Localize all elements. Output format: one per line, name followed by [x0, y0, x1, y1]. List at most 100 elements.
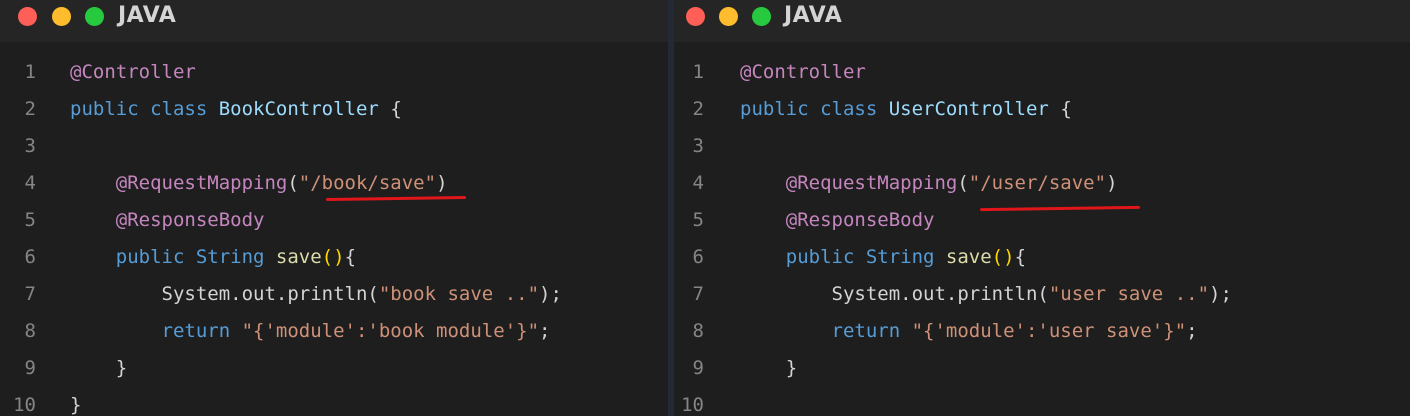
code-text: @Controller [740, 54, 866, 91]
line-number: 4 [24, 172, 36, 194]
code-text: @ResponseBody [70, 202, 265, 239]
code-token: public String [740, 246, 946, 268]
line-number: 3 [24, 135, 36, 157]
minimize-icon[interactable] [52, 7, 71, 26]
code-token: ( [957, 172, 969, 194]
line-number: 10 [13, 394, 36, 416]
code-token: public String [70, 246, 276, 268]
code-text: @ResponseBody [740, 202, 935, 239]
code-text: public class UserController { [740, 91, 1072, 128]
code-token: @Controller [70, 61, 196, 83]
code-token: { [344, 246, 357, 268]
right-titlebar: JAVA [668, 0, 1410, 42]
code-token: @RequestMapping [740, 172, 958, 194]
line-number: 3 [692, 135, 704, 157]
code-text: public String save(){ [740, 239, 1026, 276]
code-token: } [70, 394, 82, 416]
left-title: JAVA [118, 3, 177, 28]
code-line: 4 @RequestMapping("/user/save") [668, 165, 1410, 202]
code-line: 4 @RequestMapping("/book/save") [0, 165, 668, 202]
code-line: 7 System.out.println("user save .."); [668, 276, 1410, 313]
code-line: 8 return "{'module':'book module'}"; [0, 313, 668, 350]
code-token: @ResponseBody [70, 209, 265, 231]
code-token: { [378, 98, 402, 120]
line-number: 2 [24, 98, 36, 120]
close-icon[interactable] [18, 7, 37, 26]
code-text: public String save(){ [70, 239, 356, 276]
line-number: 8 [24, 320, 36, 342]
code-token: return [70, 320, 242, 342]
right-code-panel: JAVA 1 @Controller 2 public class UserContr… [668, 0, 1410, 416]
code-line: 9 } [0, 350, 668, 387]
code-text: return "{'module':'book module'}"; [70, 313, 551, 350]
code-line: 3 [668, 128, 1410, 165]
code-text: } [70, 387, 81, 416]
minimize-icon[interactable] [719, 7, 738, 26]
code-token: BookController [218, 98, 379, 120]
code-token: public class [740, 98, 889, 120]
code-line: 1 @Controller [668, 54, 1410, 91]
code-token: ); [1209, 283, 1232, 305]
code-token: "/user/save" [968, 172, 1107, 194]
code-token: System.out.println( [70, 283, 379, 305]
code-line: 3 [0, 128, 668, 165]
code-line: 7 System.out.println("book save .."); [0, 276, 668, 313]
code-token: @ResponseBody [740, 209, 935, 231]
code-line: 5 @ResponseBody [0, 202, 668, 239]
code-token: ( [287, 172, 299, 194]
close-icon[interactable] [686, 7, 705, 26]
left-code-block[interactable]: 1 @Controller 2 public class BookController… [0, 54, 668, 416]
line-number: 8 [692, 320, 704, 342]
code-token: @RequestMapping [70, 172, 288, 194]
line-number: 2 [692, 98, 704, 120]
code-text: public class BookController { [70, 91, 402, 128]
code-text: @RequestMapping("/user/save") [740, 165, 1118, 202]
code-token: ; [539, 320, 551, 342]
code-line: 2 public class BookController { [0, 91, 668, 128]
code-token: "user save .." [1048, 283, 1210, 305]
code-token: System.out.println( [740, 283, 1049, 305]
line-number: 1 [24, 61, 36, 83]
left-titlebar: JAVA [0, 0, 668, 42]
code-line: 1 @Controller [0, 54, 668, 91]
code-line: 2 public class UserController { [668, 91, 1410, 128]
line-number: 6 [692, 246, 704, 268]
line-number: 5 [24, 209, 36, 231]
code-line: 10 [668, 387, 1410, 416]
line-number: 5 [692, 209, 704, 231]
code-line: 6 public String save(){ [668, 239, 1410, 276]
line-number: 1 [692, 61, 704, 83]
code-token: ) [436, 172, 448, 194]
code-token: save [275, 246, 322, 268]
code-line: 6 public String save(){ [0, 239, 668, 276]
code-token: "{'module':'user save'}" [911, 320, 1187, 342]
left-code-panel: JAVA 1 @Controller 2 public class BookContr… [0, 0, 668, 416]
maximize-icon[interactable] [85, 7, 104, 26]
code-text: } [740, 350, 797, 387]
code-token: ); [539, 283, 562, 305]
code-text: System.out.println("user save .."); [740, 276, 1232, 313]
code-token: @Controller [740, 61, 866, 83]
code-token: ) [1106, 172, 1118, 194]
maximize-icon[interactable] [752, 7, 771, 26]
code-token: save [945, 246, 992, 268]
line-number: 9 [692, 357, 704, 379]
code-token: ; [1186, 320, 1198, 342]
line-number: 7 [692, 283, 704, 305]
code-token: UserController [888, 98, 1049, 120]
code-token: public class [70, 98, 219, 120]
code-token: "/book/save" [298, 172, 437, 194]
code-token: () [991, 246, 1015, 268]
code-token: } [740, 357, 798, 379]
code-token: { [1048, 98, 1072, 120]
right-code-block[interactable]: 1 @Controller 2 public class UserController… [668, 54, 1410, 416]
code-line: 8 return "{'module':'user save'}"; [668, 313, 1410, 350]
code-text: @Controller [70, 54, 196, 91]
code-token: () [321, 246, 345, 268]
line-number: 7 [24, 283, 36, 305]
code-text: return "{'module':'user save'}"; [740, 313, 1198, 350]
code-token: return [740, 320, 912, 342]
code-token: "{'module':'book module'}" [241, 320, 540, 342]
line-number: 9 [24, 357, 36, 379]
code-line: 10} [0, 387, 668, 416]
